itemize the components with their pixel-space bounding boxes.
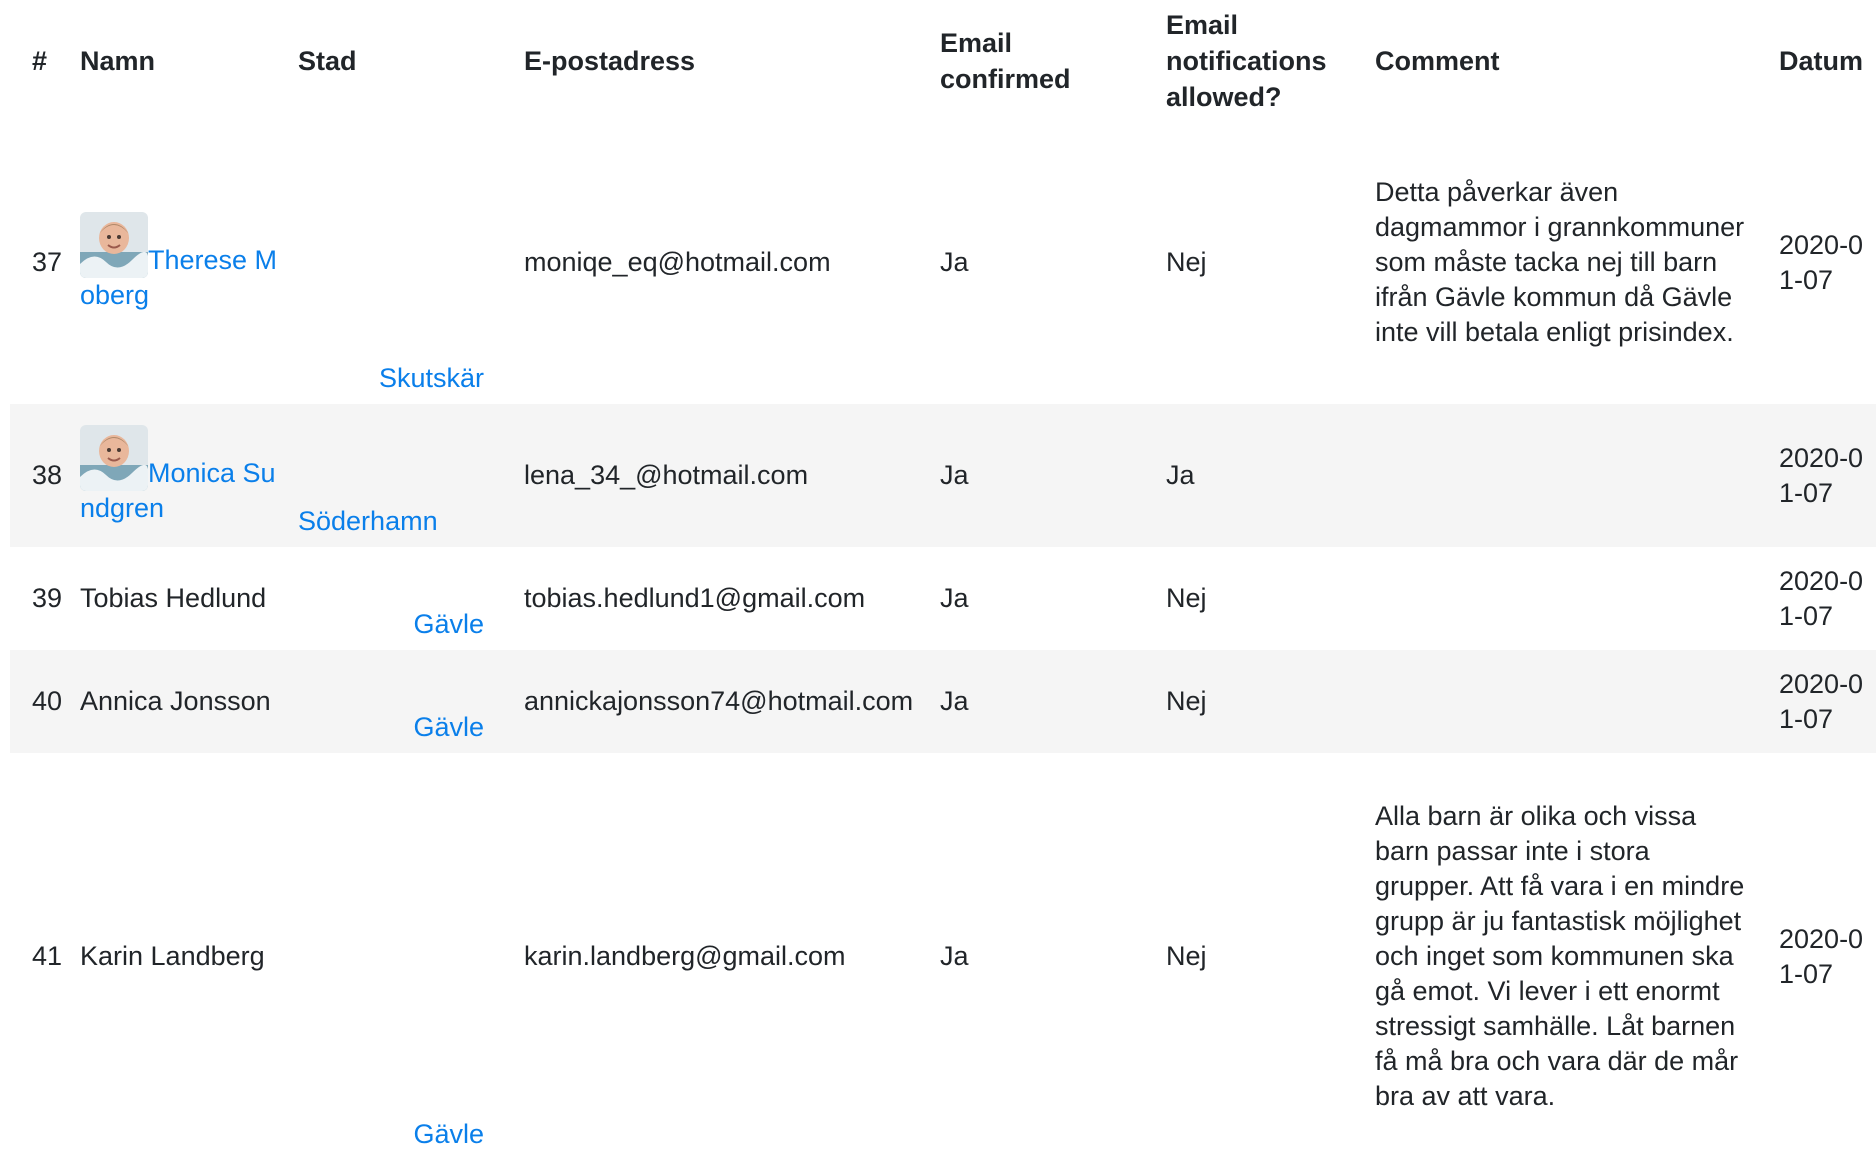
row-number: 38 xyxy=(10,404,80,547)
header-email-confirmed: Email confirmed xyxy=(940,27,1071,94)
date-cell: 2020-01-07 xyxy=(1779,229,1864,295)
city-link[interactable]: Gävle xyxy=(413,712,484,742)
signatures-table: # Namn Stad E-postadress Email confirmed… xyxy=(10,0,1876,1160)
table-row: 39 Tobias Hedlund Gävle tobias.hedlund1@… xyxy=(10,547,1876,650)
city-link[interactable]: Söderhamn xyxy=(298,506,438,536)
table-row: 38 Monica Sundgren Söderhamn lena_34_@ho… xyxy=(10,404,1876,547)
email-notifications-cell: Nej xyxy=(1166,941,1207,971)
signer-name: Karin Landberg xyxy=(80,941,265,971)
signer-name-link[interactable]: Monica Sundgren xyxy=(80,425,276,523)
date-cell: 2020-01-07 xyxy=(1779,923,1864,989)
table-row: 41 Karin Landberg Gävle karin.landberg@g… xyxy=(10,753,1876,1160)
email-confirmed-cell: Ja xyxy=(940,583,969,613)
row-number: 37 xyxy=(32,247,63,277)
header-email: E-postadress xyxy=(524,45,696,76)
email-confirmed-cell: Ja xyxy=(940,247,969,277)
signer-name: Tobias Hedlund xyxy=(80,583,267,613)
signer-name: Annica Jonsson xyxy=(80,650,298,753)
email-confirmed-cell: Ja xyxy=(940,941,969,971)
signer-name-cell: Monica Sundgren xyxy=(80,404,298,547)
date-cell: 2020-01-07 xyxy=(1779,650,1876,753)
city-link[interactable]: Gävle xyxy=(413,1119,484,1149)
comment-cell: Alla barn är olika och vissa barn passar… xyxy=(1375,801,1745,1111)
city-cell: Gävle xyxy=(298,547,524,650)
table-row: 37 Therese Moberg Skutskär moniqe_eq@hot… xyxy=(10,121,1876,404)
header-comment: Comment xyxy=(1375,45,1500,76)
date-cell: 2020-01-07 xyxy=(1779,565,1864,631)
city-cell: Gävle xyxy=(298,650,524,753)
date-cell: 2020-01-07 xyxy=(1779,404,1876,547)
email-notifications-cell: Nej xyxy=(1166,650,1375,753)
comment-cell xyxy=(1375,650,1779,753)
signer-name-cell: Therese Moberg xyxy=(80,121,298,404)
email-cell: karin.landberg@gmail.com xyxy=(524,941,846,971)
header-number: # xyxy=(32,45,48,76)
email-confirmed-cell: Ja xyxy=(940,650,1166,753)
row-number: 39 xyxy=(32,583,63,613)
row-number: 40 xyxy=(10,650,80,753)
header-date: Datum xyxy=(1779,45,1864,76)
city-cell: Söderhamn xyxy=(298,404,524,547)
email-cell: tobias.hedlund1@gmail.com xyxy=(524,583,866,613)
city-cell: Skutskär xyxy=(298,121,524,404)
city-cell: Gävle xyxy=(298,753,524,1160)
avatar-icon xyxy=(80,212,148,278)
row-number: 41 xyxy=(32,941,63,971)
header-name: Namn xyxy=(80,45,156,76)
email-cell: moniqe_eq@hotmail.com xyxy=(524,247,831,277)
email-cell: lena_34_@hotmail.com xyxy=(524,404,940,547)
email-notifications-cell: Nej xyxy=(1166,583,1207,613)
city-link[interactable]: Skutskär xyxy=(379,363,484,393)
table-row: 40 Annica Jonsson Gävle annickajonsson74… xyxy=(10,650,1876,753)
header-city: Stad xyxy=(298,45,357,76)
header-email-notifications: Email notifications allowed? xyxy=(1166,9,1327,112)
email-notifications-cell: Nej xyxy=(1166,247,1207,277)
avatar-icon xyxy=(80,425,148,491)
comment-cell xyxy=(1375,547,1779,650)
city-link[interactable]: Gävle xyxy=(413,609,484,639)
comment-cell xyxy=(1375,404,1779,547)
signer-name-link[interactable]: Therese Moberg xyxy=(80,212,277,310)
comment-cell: Detta påverkar även dagmammor i grannkom… xyxy=(1375,177,1745,347)
email-confirmed-cell: Ja xyxy=(940,404,1166,547)
table-header-row: # Namn Stad E-postadress Email confirmed… xyxy=(10,0,1876,121)
email-notifications-cell: Ja xyxy=(1166,404,1375,547)
email-cell: annickajonsson74@hotmail.com xyxy=(524,650,940,753)
